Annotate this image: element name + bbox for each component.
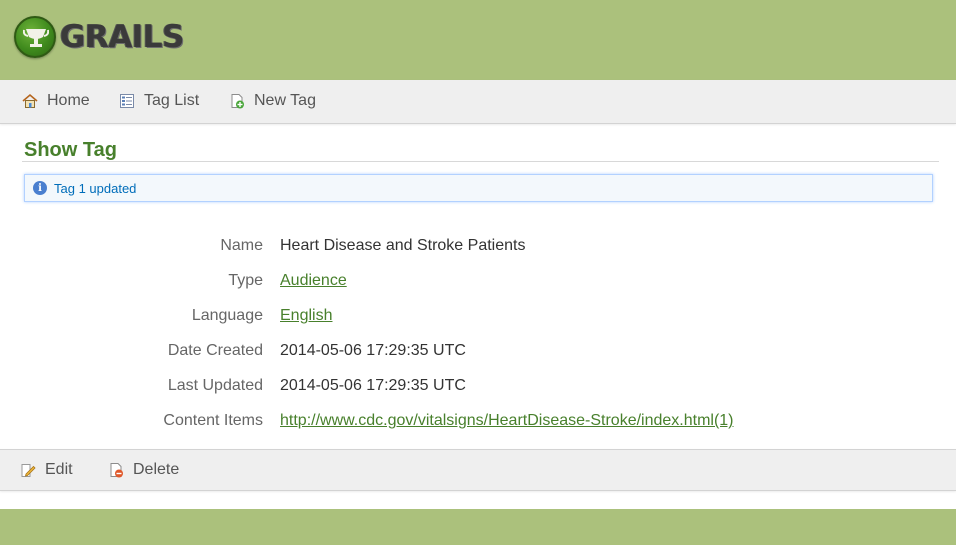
language-link[interactable]: English — [280, 307, 332, 325]
content-item-link[interactable]: http://www.cdc.gov/vitalsigns/HeartDisea… — [280, 412, 734, 430]
button-bar: Edit Delete — [0, 449, 956, 491]
home-icon — [22, 93, 38, 109]
nav-new-tag[interactable]: New Tag — [229, 92, 316, 110]
field-row-last-updated: Last Updated 2014-05-06 17:29:35 UTC — [0, 377, 956, 401]
new-icon — [229, 93, 245, 109]
nav-tag-list[interactable]: Tag List — [119, 92, 199, 110]
footer-bar — [0, 509, 956, 545]
field-label: Name — [220, 237, 263, 254]
edit-button-label: Edit — [45, 461, 73, 478]
field-value: Heart Disease and Stroke Patients — [280, 237, 526, 254]
field-label: Type — [228, 272, 263, 289]
field-row-language: Language English — [0, 307, 956, 331]
field-value: 2014-05-06 17:29:35 UTC — [280, 377, 466, 394]
field-row-content-items: Content Items http://www.cdc.gov/vitalsi… — [0, 412, 956, 436]
field-row-name: Name Heart Disease and Stroke Patients — [0, 237, 956, 261]
nav-home[interactable]: Home — [22, 92, 90, 110]
info-icon: i — [33, 181, 47, 195]
page-title: Show Tag — [24, 139, 117, 161]
grails-cup-icon — [14, 16, 56, 58]
status-message: i Tag 1 updated — [24, 174, 933, 202]
nav-tag-list-label: Tag List — [144, 92, 200, 109]
field-label: Language — [191, 307, 263, 324]
list-icon — [119, 93, 135, 109]
nav-home-label: Home — [47, 92, 90, 109]
delete-button[interactable]: Delete — [108, 461, 179, 479]
nav-bar: Home Tag List New Tag — [0, 80, 956, 124]
delete-icon — [108, 462, 124, 478]
header-bar: GRAILS — [0, 0, 956, 80]
title-divider — [22, 161, 939, 162]
field-label: Content Items — [163, 412, 263, 429]
field-row-type: Type Audience — [0, 272, 956, 296]
delete-button-label: Delete — [133, 461, 180, 478]
field-label: Last Updated — [167, 377, 263, 394]
field-row-date-created: Date Created 2014-05-06 17:29:35 UTC — [0, 342, 956, 366]
field-label: Date Created — [167, 342, 263, 359]
edit-button[interactable]: Edit — [20, 461, 73, 479]
pencil-icon — [20, 462, 36, 478]
field-value: 2014-05-06 17:29:35 UTC — [280, 342, 466, 359]
grails-logo[interactable]: GRAILS — [14, 16, 184, 58]
type-link[interactable]: Audience — [280, 272, 347, 290]
status-message-text: Tag 1 updated — [54, 180, 137, 196]
nav-new-tag-label: New Tag — [254, 92, 316, 109]
logo-text: GRAILS — [60, 19, 184, 55]
